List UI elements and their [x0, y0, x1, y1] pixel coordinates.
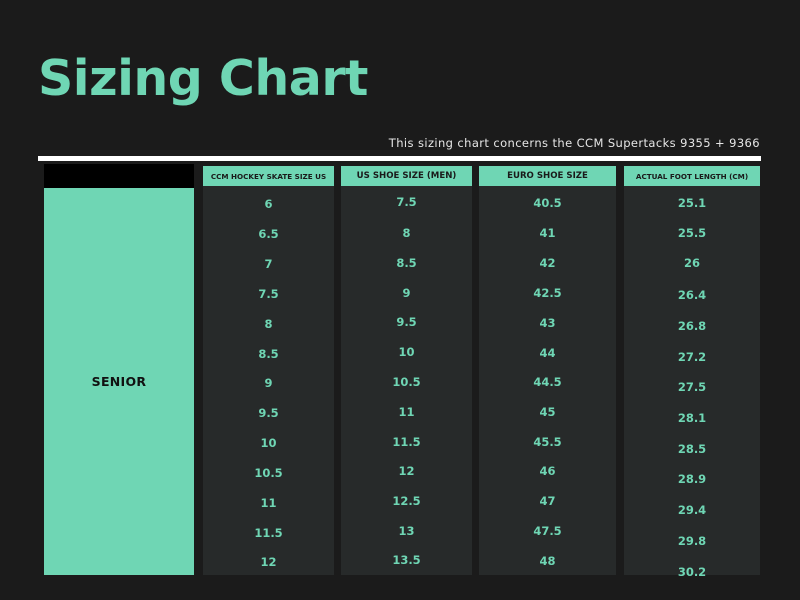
table-cell: 8	[264, 317, 273, 331]
table-cell: 41	[539, 226, 556, 240]
table-cell: 26.4	[677, 288, 707, 302]
table-cell: 29.8	[677, 534, 707, 548]
table-cell: 44.5	[533, 375, 562, 389]
table-cell: 10.5	[254, 466, 283, 480]
table-cell: 26.8	[677, 319, 707, 333]
table-column: EURO SHOE SIZE 40.5 41 42 42.5 43 44 44.5 45 45.5…	[479, 164, 616, 575]
table-column: ACTUAL FOOT LENGTH (CM) 25.1 25.5 26 26.4 26.…	[624, 164, 760, 579]
table-corner-block	[44, 164, 194, 188]
table-cell: 44	[539, 346, 556, 360]
table-cell: 10	[398, 345, 415, 359]
table-cell: 42.5	[533, 286, 562, 300]
table-cell: 12	[398, 464, 415, 478]
table-column: CCM HOCKEY SKATE SIZE US 6 6.5 7 7.5 8 8.5 9 9.5…	[203, 164, 334, 575]
table-cell: 27.2	[677, 350, 707, 364]
table-cell: 7.5	[258, 287, 279, 301]
table-cell: 9	[264, 376, 273, 390]
table-cell: 8	[402, 226, 411, 240]
table-cell: 13	[398, 524, 415, 538]
table-cell: 30.2	[677, 565, 707, 579]
table-cell: 11	[260, 496, 277, 510]
table-cell: 46	[539, 464, 556, 478]
table-cell: 28.9	[677, 472, 707, 486]
column-header-label: US SHOE SIZE (MEN)	[356, 171, 457, 181]
table-cell: 11	[398, 405, 415, 419]
table-cell: 13.5	[392, 553, 421, 567]
table-cell: 9	[402, 286, 411, 300]
table-cell: 26	[683, 256, 700, 270]
table-cell: 28.5	[677, 442, 707, 456]
table-cell: 47.5	[533, 524, 562, 538]
table-cell: 45	[539, 405, 556, 419]
table-cell: 8.5	[396, 256, 417, 270]
table-cell: 48	[539, 554, 556, 568]
column-header-label: EURO SHOE SIZE	[507, 171, 588, 181]
table-cell: 25.1	[677, 196, 707, 210]
column-header: ACTUAL FOOT LENGTH (CM)	[624, 166, 760, 186]
table-column: US SHOE SIZE (MEN) 7.5 8 8.5 9 9.5 10 10.5 11 11.…	[341, 164, 472, 575]
table-cell: 9.5	[258, 406, 279, 420]
category-label: SENIOR	[91, 374, 147, 389]
table-cell: 29.4	[677, 503, 707, 517]
page-subtitle: This sizing chart concerns the CCM Super…	[388, 136, 760, 150]
table-cell: 25.5	[677, 226, 707, 240]
table-cell: 27.5	[677, 380, 707, 394]
table-cell: 47	[539, 494, 556, 508]
table-cell: 42	[539, 256, 556, 270]
table-cell: 11.5	[392, 435, 421, 449]
column-header: CCM HOCKEY SKATE SIZE US	[203, 166, 334, 186]
column-header: US SHOE SIZE (MEN)	[341, 166, 472, 186]
column-header: EURO SHOE SIZE	[479, 166, 616, 186]
table-cell: 12	[260, 555, 277, 569]
page-title: Sizing Chart	[38, 50, 368, 107]
table-cell: 10.5	[392, 375, 421, 389]
table-cell: 9.5	[396, 315, 417, 329]
table-cell: 10	[260, 436, 277, 450]
header-divider	[38, 156, 761, 161]
table-cell: 12.5	[392, 494, 421, 508]
table-cell: 11.5	[254, 526, 283, 540]
category-cell: SENIOR	[44, 188, 194, 575]
column-header-label: CCM HOCKEY SKATE SIZE US	[210, 171, 327, 181]
table-cell: 45.5	[533, 435, 562, 449]
table-cell: 7.5	[396, 195, 417, 209]
table-cell: 6.5	[258, 227, 279, 241]
table-cell: 8.5	[258, 347, 279, 361]
table-cell: 7	[264, 257, 273, 271]
table-cell: 40.5	[533, 196, 562, 210]
table-cell: 28.1	[677, 411, 707, 425]
table-cell: 43	[539, 316, 556, 330]
column-header-label: ACTUAL FOOT LENGTH (CM)	[635, 171, 749, 181]
table-cell: 6	[264, 197, 273, 211]
